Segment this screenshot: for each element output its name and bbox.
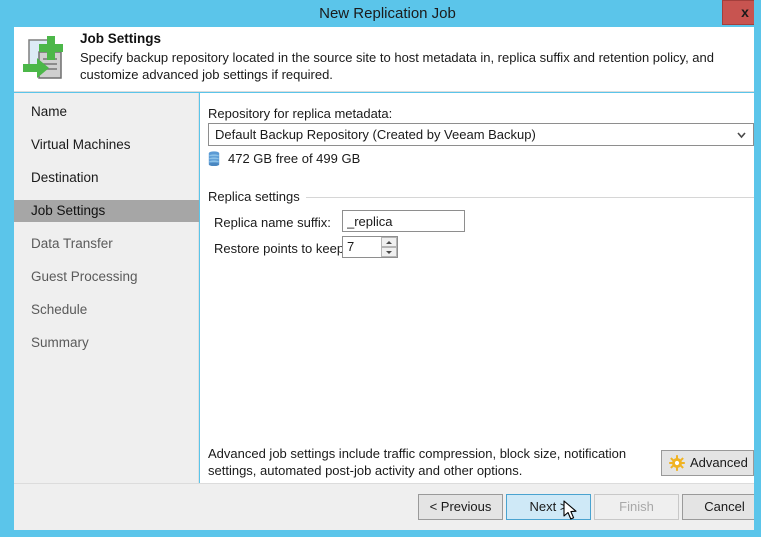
chevron-up-icon [386, 241, 392, 244]
repository-dropdown[interactable]: Default Backup Repository (Created by Ve… [208, 123, 754, 146]
sidebar-item-schedule[interactable]: Schedule [14, 299, 199, 321]
chevron-down-icon [734, 127, 749, 142]
restore-points-input[interactable] [343, 237, 381, 257]
gear-icon [669, 455, 685, 471]
repository-selected-value: Default Backup Repository (Created by Ve… [215, 124, 536, 145]
wizard-steps-sidebar: Name Virtual Machines Destination Job Se… [14, 93, 199, 483]
sidebar-item-destination[interactable]: Destination [14, 167, 199, 189]
database-icon [208, 151, 220, 166]
dialog-footer: < Previous Next > Finish Cancel [14, 483, 761, 530]
sidebar-item-data-transfer[interactable]: Data Transfer [14, 233, 199, 255]
replica-suffix-input[interactable] [342, 210, 465, 232]
advanced-description: Advanced job settings include traffic co… [208, 445, 648, 479]
restore-points-label: Restore points to keep: [214, 241, 348, 256]
stepper-up-icon[interactable] [381, 237, 397, 247]
replica-settings-title: Replica settings [208, 189, 306, 204]
replication-job-icon [21, 34, 73, 86]
new-replication-job-dialog: New Replication Job x Job Settings Speci… [0, 0, 761, 537]
main-content: Repository for replica metadata: Default… [200, 93, 761, 483]
repository-free-space-text: 472 GB free of 499 GB [228, 150, 360, 167]
sidebar-item-virtual-machines[interactable]: Virtual Machines [14, 134, 199, 156]
next-button[interactable]: Next > [506, 494, 591, 520]
sidebar-item-name[interactable]: Name [14, 101, 199, 123]
restore-points-stepper[interactable] [342, 236, 398, 258]
repository-label: Repository for replica metadata: [208, 106, 392, 121]
header-title: Job Settings [80, 31, 161, 46]
finish-button: Finish [594, 494, 679, 520]
replica-suffix-label: Replica name suffix: [214, 215, 331, 230]
cancel-button[interactable]: Cancel [682, 494, 761, 520]
close-icon[interactable]: x [722, 0, 761, 25]
advanced-button-label: Advanced [690, 451, 748, 475]
header-description: Specify backup repository located in the… [80, 49, 740, 83]
window-title: New Replication Job [7, 0, 761, 27]
stepper-down-icon[interactable] [381, 247, 397, 257]
sidebar-item-job-settings[interactable]: Job Settings [14, 200, 199, 222]
previous-button[interactable]: < Previous [418, 494, 503, 520]
sidebar-item-summary[interactable]: Summary [14, 332, 199, 354]
chevron-down-icon [386, 251, 392, 254]
dialog-header: Job Settings Specify backup repository l… [14, 27, 761, 92]
title-bar: New Replication Job x [7, 0, 761, 27]
sidebar-item-guest-processing[interactable]: Guest Processing [14, 266, 199, 288]
advanced-button[interactable]: Advanced [661, 450, 754, 476]
